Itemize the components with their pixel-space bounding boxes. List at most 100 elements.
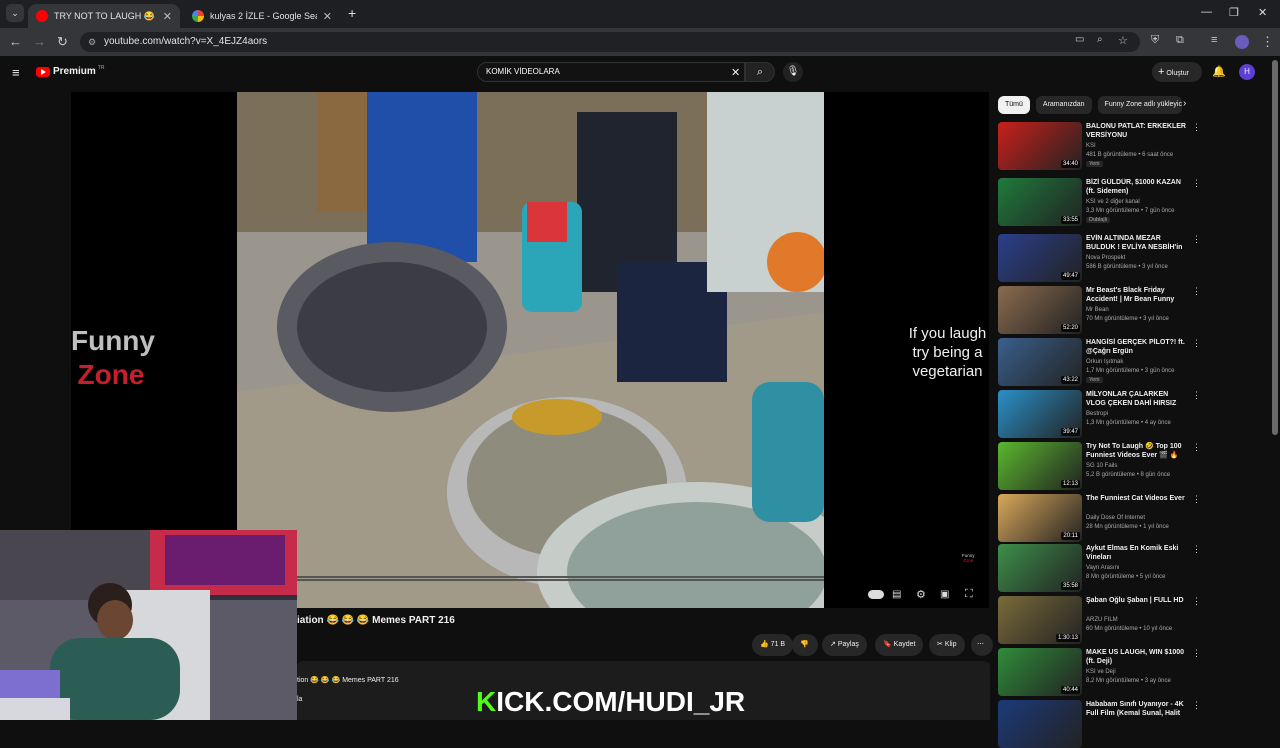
progress-bar[interactable] bbox=[297, 579, 824, 581]
chip-all[interactable]: Tümü bbox=[998, 96, 1030, 114]
more-options-icon[interactable]: ⋮ bbox=[1192, 544, 1201, 555]
recommendation-item[interactable]: 49:47 EVİN ALTINDA MEZAR BULDUK ! EVLİYA … bbox=[998, 234, 1201, 282]
search-input[interactable]: KOMİK VİDEOLARA bbox=[477, 62, 745, 82]
video-thumbnail[interactable]: 35:58 bbox=[998, 544, 1082, 592]
video-thumbnail[interactable]: 39:47 bbox=[998, 390, 1082, 438]
site-info-icon[interactable]: ⚙ bbox=[88, 32, 96, 52]
close-tab-icon[interactable]: ✕ bbox=[163, 10, 172, 23]
recommendation-title[interactable]: EVİN ALTINDA MEZAR BULDUK ! EVLİYA NESBİ… bbox=[1086, 234, 1186, 252]
minimize-icon[interactable]: — bbox=[1201, 6, 1212, 18]
notifications-bell-icon[interactable]: 🔔 bbox=[1212, 65, 1226, 78]
like-button[interactable]: 👍 71 B bbox=[752, 634, 794, 656]
more-options-icon[interactable]: ⋮ bbox=[1192, 390, 1201, 401]
channel-name[interactable]: ARZU FILM bbox=[1086, 617, 1118, 623]
save-button[interactable]: 🔖 Kaydet bbox=[875, 634, 924, 656]
chip-from-search[interactable]: Aramanızdan bbox=[1035, 96, 1092, 114]
more-options-icon[interactable]: ⋮ bbox=[1192, 122, 1201, 133]
channel-name[interactable]: KSI bbox=[1086, 143, 1096, 149]
video-thumbnail[interactable]: 20:11 bbox=[998, 494, 1082, 542]
clear-search-icon[interactable]: ✕ bbox=[731, 66, 740, 79]
more-options-icon[interactable]: ⋮ bbox=[1192, 700, 1201, 711]
recommendation-title[interactable]: MAKE US LAUGH, WIN $1000 (ft. Deji) bbox=[1086, 648, 1186, 666]
more-options-icon[interactable]: ⋮ bbox=[1192, 338, 1201, 349]
video-thumbnail[interactable]: 52:20 bbox=[998, 286, 1082, 334]
recommendation-item[interactable]: 12:13 Try Not To Laugh 🤣 Top 100 Funniest… bbox=[998, 442, 1201, 490]
autoplay-toggle[interactable] bbox=[868, 590, 884, 599]
maximize-icon[interactable]: ❐ bbox=[1229, 6, 1239, 19]
recommendation-title[interactable]: Hababam Sınıfı Uyanıyor - 4K Full Film (… bbox=[1086, 700, 1186, 718]
recommendation-title[interactable]: Mr Beast's Black Friday Accident! | Mr B… bbox=[1086, 286, 1186, 304]
more-options-icon[interactable]: ⋮ bbox=[1192, 596, 1201, 607]
recommendation-item[interactable]: 39:47 MİLYONLAR ÇALARKEN VLOG ÇEKEN DAHİ … bbox=[998, 390, 1201, 438]
extensions-icon[interactable]: ⧉ bbox=[1176, 34, 1184, 47]
channel-name[interactable]: Daily Dose Of Internet bbox=[1086, 515, 1145, 521]
recommendation-item[interactable]: 40:44 MAKE US LAUGH, WIN $1000 (ft. Deji)… bbox=[998, 648, 1201, 696]
new-tab-icon[interactable]: + bbox=[348, 5, 356, 21]
recommendation-item[interactable]: 43:22 HANGİSİ GERÇEK PİLOT?! ft. @Çağrı E… bbox=[998, 338, 1201, 386]
recommendation-item[interactable]: 34:40 BALONU PATLAT: ERKEKLER VERSİYONU KS… bbox=[998, 122, 1201, 170]
recommendation-item[interactable]: Hababam Sınıfı Uyanıyor - 4K Full Film (… bbox=[998, 700, 1201, 748]
recommendation-item[interactable]: 52:20 Mr Beast's Black Friday Accident! |… bbox=[998, 286, 1201, 334]
account-avatar[interactable]: H bbox=[1239, 64, 1255, 80]
channel-name[interactable]: Nova Prospekt bbox=[1086, 255, 1125, 261]
video-thumbnail[interactable]: 43:22 bbox=[998, 338, 1082, 386]
bookmark-star-icon[interactable]: ☆ bbox=[1118, 34, 1128, 47]
more-options-icon[interactable]: ⋮ bbox=[1192, 234, 1201, 245]
video-thumbnail[interactable]: 33:55 bbox=[998, 178, 1082, 226]
miniplayer-icon[interactable]: ▣ bbox=[940, 589, 949, 600]
fullscreen-icon[interactable]: ⛶ bbox=[965, 588, 973, 601]
tab-youtube[interactable]: TRY NOT TO LAUGH 😂 Best Fu ✕ bbox=[28, 4, 180, 28]
channel-name[interactable]: KSI ve Deji bbox=[1086, 669, 1116, 675]
recommendation-title[interactable]: BALONU PATLAT: ERKEKLER VERSİYONU bbox=[1086, 122, 1186, 140]
tab-search-icon[interactable]: ⌄ bbox=[6, 4, 24, 22]
reload-icon[interactable]: ↻ bbox=[57, 34, 68, 50]
clip-button[interactable]: ✂ Klip bbox=[929, 634, 965, 656]
more-options-icon[interactable]: ⋮ bbox=[1192, 648, 1201, 659]
shield-extension-icon[interactable]: ⛨ bbox=[1151, 34, 1159, 47]
recommendation-title[interactable]: MİLYONLAR ÇALARKEN VLOG ÇEKEN DAHİ HIRSI… bbox=[1086, 390, 1186, 408]
recommendation-title[interactable]: Try Not To Laugh 🤣 Top 100 Funniest Vide… bbox=[1086, 442, 1186, 460]
back-icon[interactable]: ← bbox=[9, 34, 22, 49]
youtube-logo[interactable]: Premium TR bbox=[36, 65, 104, 77]
channel-name[interactable]: KSI ve 2 diğer kanal bbox=[1086, 199, 1140, 205]
recommendation-item[interactable]: 1:30:13 Şaban Oğlu Şaban | FULL HD ARZU FI… bbox=[998, 596, 1201, 644]
recommendation-item[interactable]: 33:55 BİZİ GÜLDÜR, $1000 KAZAN (ft. Sidem… bbox=[998, 178, 1201, 226]
recommendation-title[interactable]: Aykut Elmas En Komik Eski Vineları bbox=[1086, 544, 1186, 562]
recommendation-title[interactable]: The Funniest Cat Videos Ever bbox=[1086, 494, 1186, 503]
more-options-icon[interactable]: ⋮ bbox=[1192, 442, 1201, 453]
url-field[interactable]: ⚙ youtube.com/watch?v=X_4EJZ4aors bbox=[80, 32, 1140, 52]
video-thumbnail[interactable]: 40:44 bbox=[998, 648, 1082, 696]
chevron-right-icon[interactable]: › bbox=[1183, 98, 1186, 109]
menu-icon[interactable]: ≡ bbox=[12, 65, 20, 80]
channel-name[interactable]: Vayn Arasını bbox=[1086, 565, 1120, 571]
subtitles-icon[interactable]: ▤ bbox=[892, 589, 901, 600]
recommendation-title[interactable]: BİZİ GÜLDÜR, $1000 KAZAN (ft. Sidemen) bbox=[1086, 178, 1186, 196]
recommendation-item[interactable]: 20:11 The Funniest Cat Videos Ever Daily D… bbox=[998, 494, 1201, 542]
search-button[interactable]: ⌕ bbox=[745, 62, 775, 82]
channel-name[interactable]: Bestropi bbox=[1086, 411, 1108, 417]
close-window-icon[interactable]: ✕ bbox=[1258, 6, 1267, 19]
video-frame[interactable] bbox=[237, 92, 824, 608]
channel-name[interactable]: SG 10 Fails bbox=[1086, 463, 1117, 469]
more-options-icon[interactable]: ⋮ bbox=[1192, 286, 1201, 297]
recommendation-item[interactable]: 35:58 Aykut Elmas En Komik Eski Vineları V… bbox=[998, 544, 1201, 592]
voice-search-button[interactable]: 🎙 bbox=[783, 62, 803, 82]
tab-google[interactable]: kulyas 2 İZLE - Google Search ✕ bbox=[184, 4, 340, 28]
forward-icon[interactable]: → bbox=[33, 34, 46, 49]
browser-menu-icon[interactable]: ⋮ bbox=[1261, 34, 1274, 50]
more-options-icon[interactable]: ⋮ bbox=[1192, 494, 1201, 505]
recommendation-title[interactable]: Şaban Oğlu Şaban | FULL HD bbox=[1086, 596, 1186, 605]
video-thumbnail[interactable]: 34:40 bbox=[998, 122, 1082, 170]
video-thumbnail[interactable] bbox=[998, 700, 1082, 748]
media-control-icon[interactable]: ≡ bbox=[1211, 34, 1217, 46]
channel-name[interactable]: Orkun Işıtmak bbox=[1086, 359, 1123, 365]
zoom-icon[interactable]: ⌕ bbox=[1097, 34, 1103, 45]
profile-avatar[interactable] bbox=[1235, 35, 1249, 49]
more-actions-button[interactable]: ⋯ bbox=[971, 634, 993, 656]
video-thumbnail[interactable]: 1:30:13 bbox=[998, 596, 1082, 644]
channel-name[interactable]: Mr Bean bbox=[1086, 307, 1109, 313]
share-button[interactable]: ↗ Paylaş bbox=[822, 634, 867, 656]
dislike-button[interactable]: 👎 bbox=[792, 634, 818, 656]
video-thumbnail[interactable]: 49:47 bbox=[998, 234, 1082, 282]
close-tab-icon[interactable]: ✕ bbox=[323, 10, 332, 23]
